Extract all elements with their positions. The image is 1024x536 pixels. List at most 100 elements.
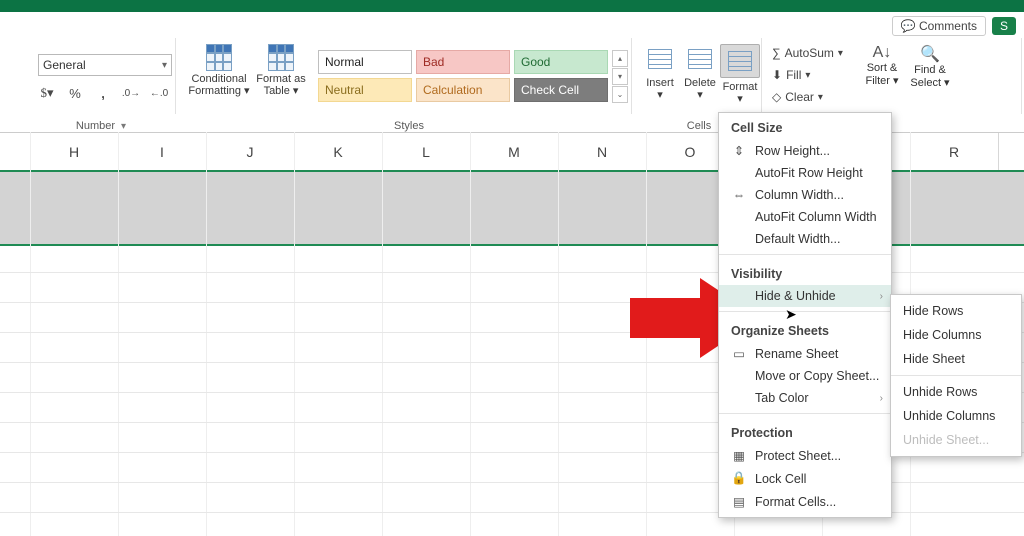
find-select-button[interactable]: 🔍 Find & Select ▾ (906, 44, 954, 89)
comma-format-icon[interactable]: , (94, 84, 112, 102)
menu-item-label: Protect Sheet... (755, 449, 841, 463)
format-button[interactable]: Format▾ (720, 44, 760, 105)
format-as-table-button[interactable]: Format as Table ▾ (252, 40, 310, 97)
chevron-down-icon: ▾ (162, 60, 167, 71)
menu-item-icon: ⇕ (731, 143, 747, 158)
submenu-item-hide-sheet[interactable]: Hide Sheet (891, 347, 1021, 371)
menu-item-icon: 🔒 (731, 471, 747, 486)
menu-item-label: Rename Sheet (755, 347, 838, 361)
menu-item-lock-cell[interactable]: 🔒 Lock Cell (719, 467, 891, 490)
chevron-down-icon: ▾ (805, 70, 810, 81)
format-menu[interactable]: Cell Size ⇕ Row Height... AutoFit Row Heigh… (718, 112, 892, 518)
app-stage: 💬 Comments S General ▾ $▾ % , .0→ ←.0 Nu… (0, 0, 1024, 536)
column-header[interactable]: N (558, 133, 647, 171)
increase-decimal-icon[interactable]: .0→ (122, 84, 140, 102)
sort-filter-button[interactable]: A↓ Sort & Filter ▾ (858, 44, 906, 87)
column-header[interactable]: J (206, 133, 295, 171)
insert-button[interactable]: Insert▾ (640, 44, 680, 101)
menu-item-autofit-row-height[interactable]: AutoFit Row Height (719, 162, 891, 184)
column-header[interactable]: I (118, 133, 207, 171)
style-good[interactable]: Good (514, 50, 608, 74)
column-header[interactable]: H (30, 133, 119, 171)
menu-item-label: Default Width... (755, 232, 840, 246)
conditional-formatting-button[interactable]: Conditional Formatting ▾ (186, 40, 252, 97)
sort-icon: A↓ (858, 44, 906, 62)
speech-icon: 💬 (901, 19, 916, 33)
column-header[interactable]: K (294, 133, 383, 171)
menu-item-label: Hide & Unhide (755, 289, 836, 303)
magnifier-icon: 🔍 (906, 44, 954, 64)
menu-item-autofit-column-width[interactable]: AutoFit Column Width (719, 206, 891, 228)
number-format-select[interactable]: General ▾ (38, 54, 172, 76)
hide-unhide-submenu[interactable]: Hide RowsHide ColumnsHide Sheet Unhide Ro… (890, 294, 1022, 457)
menu-section-protection: Protection (719, 418, 891, 444)
menu-section-organize-sheets: Organize Sheets (719, 316, 891, 342)
format-as-table-icon (263, 40, 299, 70)
menu-item-label: Tab Color (755, 391, 809, 405)
column-header[interactable]: L (382, 133, 471, 171)
submenu-item-hide-rows[interactable]: Hide Rows (891, 299, 1021, 323)
conditional-formatting-icon (201, 40, 237, 70)
menu-section-visibility: Visibility (719, 259, 891, 285)
group-label-styles: Styles (186, 120, 632, 132)
menu-item-label: AutoFit Column Width (755, 210, 877, 224)
gallery-scroll: ▴ ▾ ⌄ (612, 50, 626, 104)
group-label-number: Number▾ (26, 120, 176, 132)
sigma-icon: ∑ (772, 46, 781, 60)
cell-styles-gallery[interactable]: NormalBadGood NeutralCalculationCheck Cel… (318, 50, 608, 106)
submenu-arrow-icon: › (880, 393, 883, 404)
autosum-button[interactable]: ∑AutoSum▾ (772, 46, 843, 60)
menu-item-column-width-[interactable]: ⇔Column Width... (719, 184, 891, 206)
accounting-format-icon[interactable]: $▾ (38, 84, 56, 102)
percent-format-icon[interactable]: % (66, 84, 84, 102)
column-header[interactable]: M (470, 133, 559, 171)
column-header[interactable]: R (910, 133, 999, 171)
menu-item-format-cells-[interactable]: ▤ Format Cells... (719, 490, 891, 513)
gallery-expand[interactable]: ⌄ (612, 86, 628, 103)
dialog-launcher-icon[interactable]: ▾ (121, 121, 126, 132)
fill-down-icon: ⬇ (772, 68, 782, 82)
title-bar (0, 0, 1024, 12)
menu-item-tab-color[interactable]: Tab Color › (719, 387, 891, 409)
menu-item-move-or-copy-sheet-[interactable]: Move or Copy Sheet... (719, 365, 891, 387)
menu-item-label: Lock Cell (755, 472, 806, 486)
number-icons-row: $▾ % , .0→ ←.0 (38, 84, 168, 102)
submenu-item-unhide-rows[interactable]: Unhide Rows (891, 380, 1021, 404)
submenu-item-hide-columns[interactable]: Hide Columns (891, 323, 1021, 347)
menu-item-hide-unhide[interactable]: Hide & Unhide › (719, 285, 891, 307)
ribbon-group-styles: Conditional Formatting ▾ Format as Table… (186, 32, 632, 132)
style-neutral[interactable]: Neutral (318, 78, 412, 102)
style-bad[interactable]: Bad (416, 50, 510, 74)
clear-button[interactable]: ◇Clear▾ (772, 90, 823, 104)
menu-item-label: Row Height... (755, 144, 830, 158)
gallery-scroll-up[interactable]: ▴ (612, 50, 628, 67)
format-icon (720, 44, 760, 78)
menu-item-row-height-[interactable]: ⇕ Row Height... (719, 139, 891, 162)
menu-item-protect-sheet-[interactable]: ▦ Protect Sheet... (719, 444, 891, 467)
decrease-decimal-icon[interactable]: ←.0 (150, 84, 168, 102)
menu-item-label: Format Cells... (755, 495, 836, 509)
menu-item-default-width-[interactable]: Default Width... (719, 228, 891, 250)
menu-item-icon: ▤ (731, 494, 747, 509)
number-format-value: General (43, 58, 86, 72)
style-normal[interactable]: Normal (318, 50, 412, 74)
insert-icon (642, 44, 678, 74)
ribbon-group-number: General ▾ $▾ % , .0→ ←.0 Number▾ (26, 32, 176, 132)
menu-item-label: AutoFit Row Height (755, 166, 863, 180)
submenu-arrow-icon: › (880, 291, 883, 302)
delete-icon (682, 44, 718, 74)
delete-button[interactable]: Delete▾ (680, 44, 720, 101)
submenu-item-unhide-sheet-: Unhide Sheet... (891, 428, 1021, 452)
submenu-item-unhide-columns[interactable]: Unhide Columns (891, 404, 1021, 428)
menu-item-rename-sheet[interactable]: ▭Rename Sheet (719, 342, 891, 365)
fill-button[interactable]: ⬇Fill▾ (772, 68, 810, 82)
menu-section-cell-size: Cell Size (719, 113, 891, 139)
comments-label: Comments (919, 19, 977, 33)
menu-item-label: Column Width... (755, 188, 844, 202)
gallery-scroll-down[interactable]: ▾ (612, 68, 628, 85)
style-check-cell[interactable]: Check Cell (514, 78, 608, 102)
menu-item-icon: ▦ (731, 448, 747, 463)
style-calculation[interactable]: Calculation (416, 78, 510, 102)
eraser-icon: ◇ (772, 90, 781, 104)
chevron-down-icon: ▾ (838, 48, 843, 59)
